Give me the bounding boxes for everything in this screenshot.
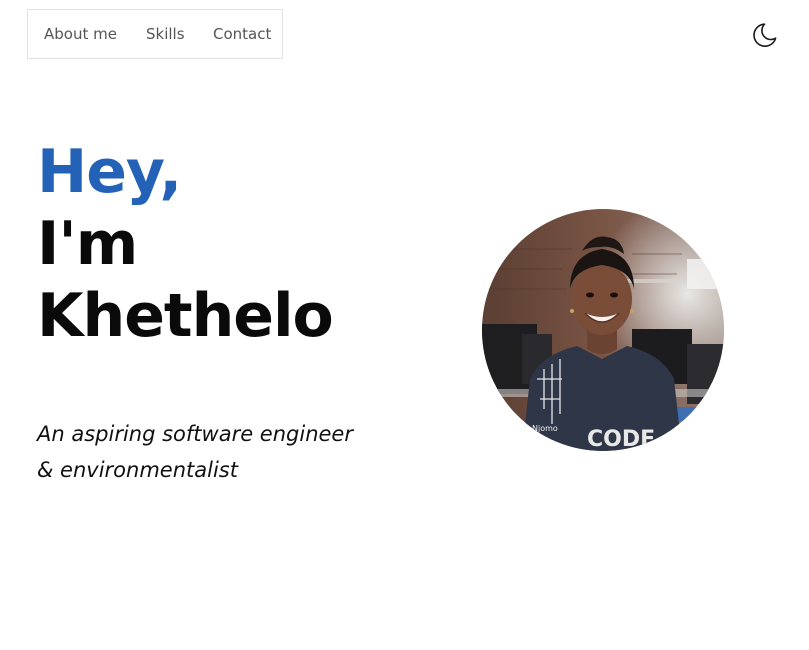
page: About me Skills Contact Hey, I'm Khethel… (0, 0, 809, 650)
hero-line-im: I'm (37, 209, 138, 279)
tagline-line-1: An aspiring software engineer (37, 422, 353, 446)
hero-name: Khethelo (37, 281, 334, 351)
hero-tagline: An aspiring software engineer & environm… (37, 416, 397, 488)
hero-heading: Hey, I'm Khethelo (37, 136, 334, 352)
theme-toggle-button[interactable] (748, 20, 778, 50)
hero-greeting: Hey, (37, 137, 182, 207)
moon-icon (753, 23, 777, 47)
nav-link-about[interactable]: About me (44, 25, 117, 43)
top-nav: About me Skills Contact (27, 9, 283, 59)
nav-link-skills[interactable]: Skills (146, 25, 185, 43)
nav-link-contact[interactable]: Contact (213, 25, 271, 43)
badge-text: Njomo (532, 424, 558, 433)
profile-photo: CODE Njomo (482, 209, 724, 451)
tagline-line-2: & environmentalist (37, 458, 238, 482)
shirt-text: CODE (587, 427, 655, 451)
